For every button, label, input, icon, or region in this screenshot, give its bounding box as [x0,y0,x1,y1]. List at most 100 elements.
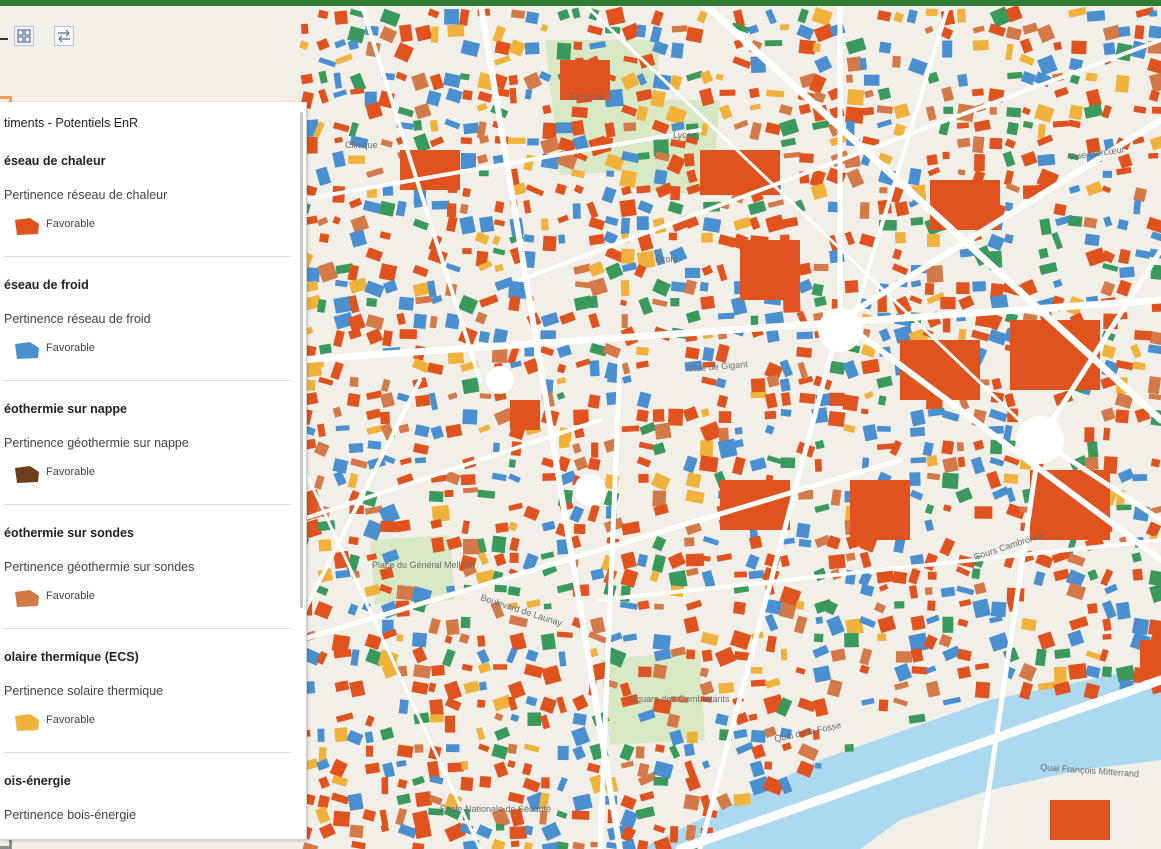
building[interactable] [942,616,954,633]
building[interactable] [686,731,698,744]
building[interactable] [1116,504,1132,511]
building[interactable] [571,810,590,820]
building[interactable] [652,73,672,91]
building[interactable] [1102,427,1111,441]
building[interactable] [317,728,325,742]
building[interactable] [1119,266,1135,278]
building[interactable] [750,666,763,674]
building[interactable] [654,603,664,610]
building[interactable] [527,712,542,727]
building[interactable] [460,474,476,486]
building[interactable] [459,73,470,81]
building[interactable] [796,331,813,340]
building[interactable] [842,394,859,412]
building[interactable] [541,218,549,231]
building[interactable] [796,346,813,358]
building[interactable] [398,699,409,715]
building[interactable] [1037,123,1046,140]
building[interactable] [1115,409,1130,424]
building[interactable] [685,553,705,567]
building[interactable] [844,280,859,294]
building[interactable] [942,40,953,58]
building[interactable] [1102,170,1113,179]
building[interactable] [1068,104,1084,120]
building[interactable] [894,201,910,217]
building[interactable] [447,24,465,38]
building[interactable] [989,107,997,115]
building[interactable] [1086,10,1106,22]
building[interactable] [683,153,695,167]
building[interactable] [814,762,822,769]
building[interactable] [684,267,701,279]
building[interactable] [876,105,893,114]
building[interactable] [1068,215,1083,227]
building[interactable] [478,330,490,344]
building[interactable] [540,633,557,651]
building[interactable] [508,137,526,144]
building[interactable] [956,441,965,452]
building[interactable] [910,457,927,464]
building[interactable] [571,106,588,119]
building[interactable] [428,490,444,503]
building[interactable] [571,119,585,136]
building[interactable] [877,633,887,641]
building[interactable] [589,360,600,377]
building[interactable] [699,455,719,473]
building[interactable] [846,88,865,106]
building[interactable] [956,282,970,295]
building[interactable] [619,169,638,189]
building[interactable] [462,248,472,255]
building[interactable] [300,23,309,35]
building[interactable] [733,792,752,807]
building[interactable] [718,682,735,694]
building[interactable] [813,263,829,272]
building[interactable] [638,666,652,678]
building[interactable] [911,666,928,675]
building[interactable] [652,409,665,422]
building[interactable] [542,104,552,115]
building[interactable] [636,216,649,231]
building[interactable] [495,823,505,831]
building[interactable] [910,615,926,631]
building[interactable] [1132,474,1148,482]
building[interactable] [429,714,444,723]
building[interactable] [479,393,492,400]
building[interactable] [396,634,404,642]
building[interactable] [460,152,477,170]
building[interactable] [668,232,678,241]
building[interactable] [750,679,766,687]
building[interactable] [812,665,832,683]
building[interactable] [895,651,913,663]
building[interactable] [815,616,824,625]
building[interactable] [719,89,736,96]
building[interactable] [684,346,700,360]
building[interactable] [620,280,630,297]
building[interactable] [750,729,766,743]
legend-toggle-button[interactable] [14,26,34,46]
building[interactable] [620,248,635,264]
building[interactable] [621,425,640,433]
building[interactable] [318,539,332,552]
building[interactable] [495,522,509,534]
building[interactable] [892,55,901,68]
building[interactable] [399,329,417,340]
building[interactable] [543,603,552,610]
building[interactable] [1147,376,1161,395]
building[interactable] [444,715,456,733]
building[interactable] [1151,106,1161,115]
building[interactable] [638,473,649,483]
building[interactable] [605,391,618,406]
building[interactable] [591,442,599,458]
building[interactable] [446,744,460,753]
building[interactable] [1150,458,1161,468]
building[interactable] [654,422,672,440]
building[interactable] [509,552,519,563]
building[interactable] [1087,602,1098,614]
building[interactable] [718,411,732,423]
building[interactable] [572,712,587,726]
building[interactable] [411,632,428,648]
building[interactable] [878,41,892,54]
building[interactable] [380,520,397,533]
building[interactable] [974,154,985,172]
building[interactable] [319,233,330,244]
